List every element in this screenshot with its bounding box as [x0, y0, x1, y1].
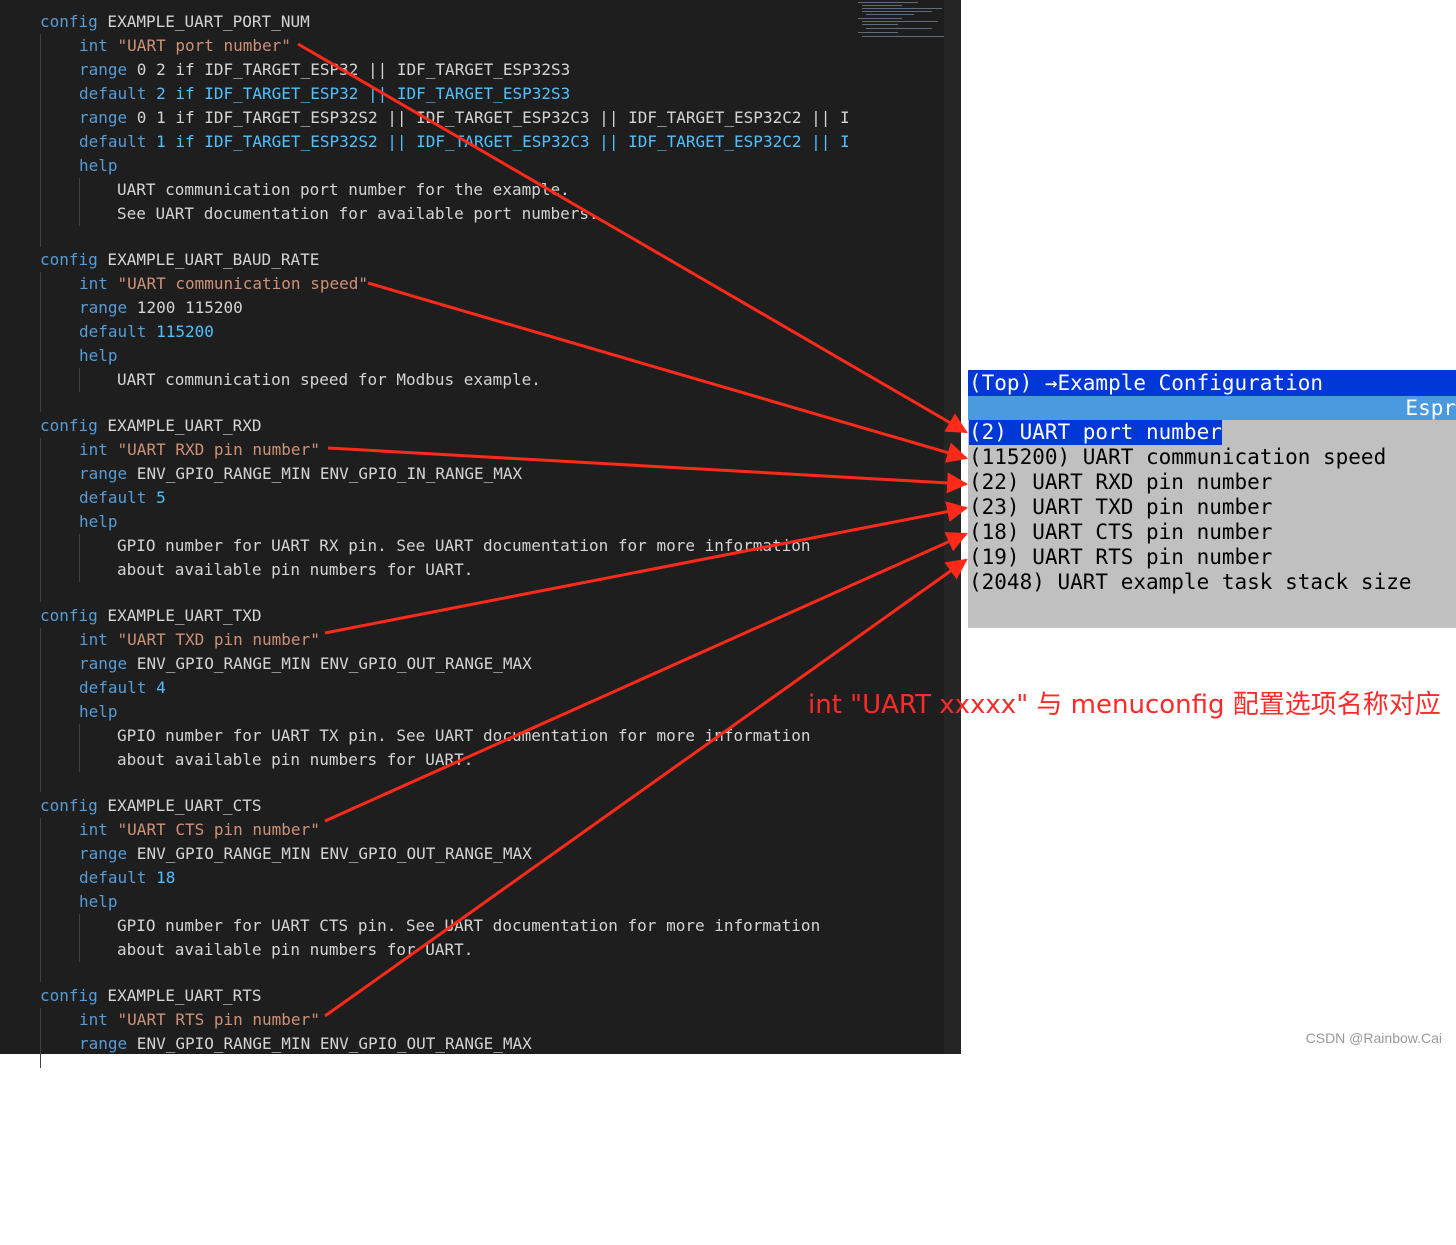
annotation-arrows — [297, 42, 969, 1018]
arrow-txd-pin — [324, 501, 969, 635]
arrow-rxd-pin — [327, 446, 969, 494]
arrow-communication-speed — [367, 281, 969, 463]
arrow-cts-pin — [324, 532, 968, 823]
annotation-caption: int "UART xxxxx" 与 menuconfig 配置选项名称对应 — [808, 690, 1441, 720]
watermark: CSDN @Rainbow.Cai — [1305, 1030, 1442, 1046]
arrow-port-number — [297, 42, 968, 434]
arrow-rts-pin — [324, 558, 968, 1018]
